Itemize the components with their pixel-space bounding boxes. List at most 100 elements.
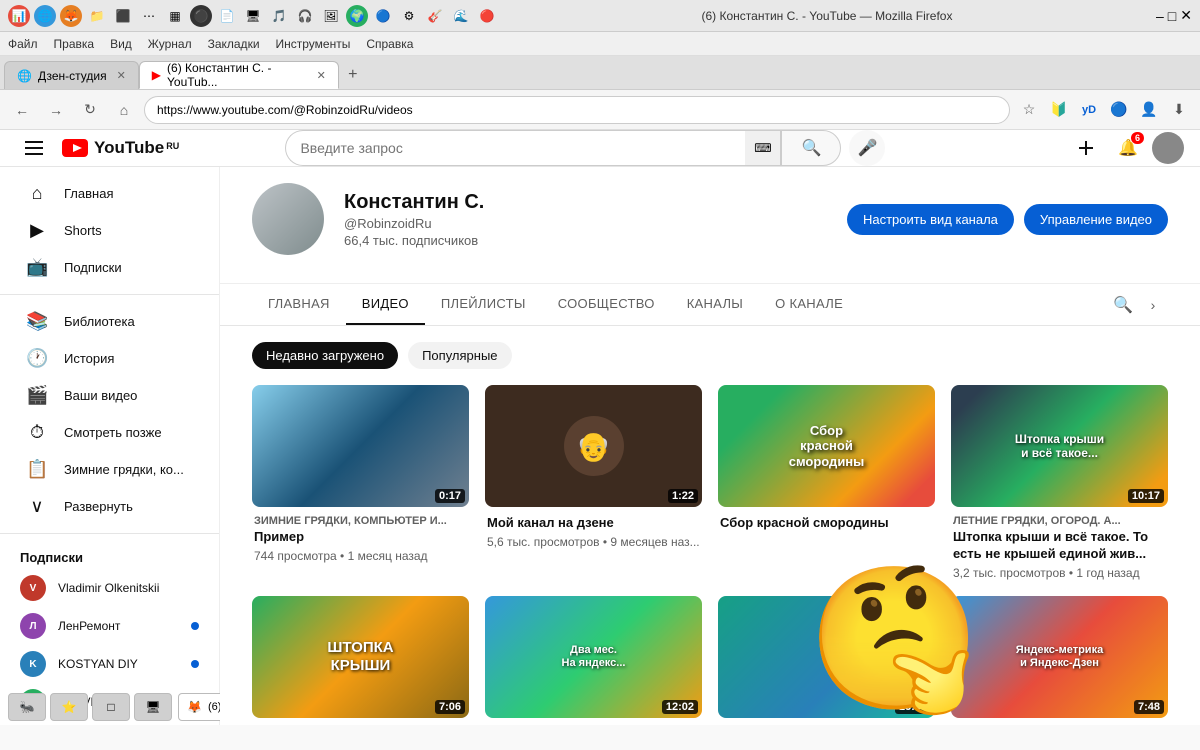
video-card-0[interactable]: 0:17 ЗИМНИЕ ГРЯДКИ, КОМПЬЮТЕР И... Приме… (252, 385, 469, 580)
channel-nav-tab-playlists[interactable]: ПЛЕЙЛИСТЫ (425, 284, 542, 325)
os-icon-chart[interactable]: 📊 (8, 5, 30, 27)
os-icon-app2[interactable]: 🖥 (242, 5, 264, 27)
os-icon-app1[interactable]: 📄 (216, 5, 238, 27)
channel-nav-tab-community[interactable]: СООБЩЕСТВО (542, 284, 671, 325)
os-icon-blue[interactable]: 🌐 (34, 5, 56, 27)
sidebar-item-your-videos[interactable]: 🎬 Ваши видео (6, 377, 213, 414)
extension-icon-3[interactable]: 🔵 (1106, 97, 1132, 123)
os-icon-menu[interactable]: ⋯ (138, 5, 160, 27)
os-icon-app4[interactable]: 🎧 (294, 5, 316, 27)
os-icon-folder[interactable]: 📁 (86, 5, 108, 27)
channel-nav-arrow-icon[interactable]: › (1138, 290, 1168, 320)
extension-icon-5[interactable]: ⬇ (1166, 97, 1192, 123)
sub-name-vladimir: Vladimir Olkenitskii (58, 581, 159, 595)
menu-journal[interactable]: Журнал (148, 37, 192, 51)
sidebar-item-watch-later[interactable]: ⏱ Смотреть позже (6, 414, 213, 451)
video-thumb-1: 👴 1:22 (485, 385, 702, 507)
menu-view[interactable]: Вид (110, 37, 132, 51)
video-thumb-3: Штопка крышии всё такое... 10:17 (951, 385, 1168, 507)
os-icon-app3[interactable]: 🎵 (268, 5, 290, 27)
customize-channel-button[interactable]: Настроить вид канала (847, 204, 1014, 235)
tab-dzen-close[interactable]: ✕ (117, 69, 126, 82)
nav-home-button[interactable]: ⌂ (110, 96, 138, 124)
nav-back-button[interactable]: ← (8, 96, 36, 124)
maximize-btn[interactable]: □ (1168, 8, 1176, 24)
os-icon-app9[interactable]: 🌊 (450, 5, 472, 27)
channel-nav-tab-home[interactable]: ГЛАВНАЯ (252, 284, 346, 325)
yt-keyboard-icon[interactable]: ⌨ (745, 130, 781, 166)
channel-nav-tab-videos[interactable]: ВИДЕО (346, 284, 425, 325)
yt-logo[interactable]: YouTube RU (62, 138, 179, 158)
channel-nav-search-icon[interactable]: 🔍 (1108, 290, 1138, 320)
nav-forward-button[interactable]: → (42, 96, 70, 124)
nav-refresh-button[interactable]: ↻ (76, 96, 104, 124)
video-card-7[interactable]: Яндекс-метрикаи Яндекс-Дзен 7:48 Яндекс-… (951, 596, 1168, 725)
video-thumb-0: 0:17 (252, 385, 469, 507)
sidebar-item-home[interactable]: ⌂ Главная (6, 175, 213, 212)
video-card-1[interactable]: 👴 1:22 Мой канал на дзене 5,6 тыс. просм… (485, 385, 702, 580)
menu-file[interactable]: Файл (8, 37, 38, 51)
video-card-4[interactable]: ШТОПКАКРЫШИ 7:06 Штопка крыши (252, 596, 469, 725)
yt-logo-ru: RU (166, 141, 179, 151)
os-icon-app5[interactable]: 🖼 (320, 5, 342, 27)
filter-recent-button[interactable]: Недавно загружено (252, 342, 398, 369)
taskbar-icon-1[interactable]: 🐜 (8, 693, 46, 721)
address-input[interactable] (144, 96, 1010, 124)
video-card-2[interactable]: Сборкраснойсмородины Сбор красной смород… (718, 385, 935, 580)
os-icon-app8[interactable]: 🎸 (424, 5, 446, 27)
taskbar-icon-2[interactable]: ⭐ (50, 693, 88, 721)
sub-avatar-kostyan: K (20, 651, 46, 677)
taskbar-icon-3[interactable]: □ (92, 693, 130, 721)
channel-nav-tab-channels[interactable]: КАНАЛЫ (671, 284, 759, 325)
sidebar-item-shorts[interactable]: ▶ Shorts (6, 212, 213, 249)
channel-nav-tab-about[interactable]: О КАНАЛЕ (759, 284, 859, 325)
tab-new-button[interactable]: + (339, 61, 367, 89)
os-icon-dark[interactable]: ⚫ (190, 5, 212, 27)
os-icon-app6[interactable]: 🔵 (372, 5, 394, 27)
sidebar-item-library[interactable]: 📚 Библиотека (6, 303, 213, 340)
sidebar-sub-kostyan[interactable]: K KOSTYAN DIY (0, 645, 219, 683)
extension-icon-1[interactable]: 🔰 (1046, 97, 1072, 123)
browser-tabs: 🌐 Дзен-студия ✕ ▶ (6) Константин С. - Yo… (0, 56, 1200, 90)
yt-menu-icon[interactable] (16, 130, 52, 166)
yt-user-avatar[interactable] (1152, 132, 1184, 164)
os-icon-app7[interactable]: ⚙ (398, 5, 420, 27)
yt-create-button[interactable] (1068, 130, 1104, 166)
menu-bookmarks[interactable]: Закладки (208, 37, 260, 51)
sidebar-item-playlist[interactable]: 📋 Зимние грядки, ко... (6, 451, 213, 488)
sidebar-sub-lenremont[interactable]: Л ЛенРемонт (0, 607, 219, 645)
manage-video-button[interactable]: Управление видео (1024, 204, 1168, 235)
tab-youtube[interactable]: ▶ (6) Константин С. - YouTub... ✕ (139, 61, 339, 89)
menu-help[interactable]: Справка (366, 37, 413, 51)
filter-popular-button[interactable]: Популярные (408, 342, 511, 369)
close-btn[interactable]: ✕ (1180, 7, 1192, 24)
sidebar-item-history[interactable]: 🕐 История (6, 340, 213, 377)
tab-dzen[interactable]: 🌐 Дзен-студия ✕ (4, 61, 139, 89)
tab-youtube-close[interactable]: ✕ (317, 69, 326, 82)
extension-icon-2[interactable]: yD (1076, 97, 1102, 123)
os-icon-grid[interactable]: ▦ (164, 5, 186, 27)
menu-edit[interactable]: Правка (54, 37, 95, 51)
os-icon-green[interactable]: 🌍 (346, 5, 368, 27)
yt-search-button[interactable]: 🔍 (781, 130, 841, 166)
sidebar-item-subscriptions[interactable]: 📺 Подписки (6, 249, 213, 286)
yt-notifications-button[interactable]: 🔔 6 (1110, 130, 1146, 166)
minimize-btn[interactable]: – (1156, 8, 1164, 24)
yt-search-input[interactable] (285, 130, 745, 166)
video-meta-0: 744 просмотра • 1 месяц назад (254, 549, 467, 563)
yt-mic-button[interactable]: 🎤 (849, 130, 885, 166)
library-icon: 📚 (26, 311, 48, 332)
os-icon-firefox[interactable]: 🦊 (60, 5, 82, 27)
extension-icon-4[interactable]: 👤 (1136, 97, 1162, 123)
os-window-controls[interactable]: – □ ✕ (1156, 7, 1192, 24)
menu-tools[interactable]: Инструменты (276, 37, 351, 51)
os-icon-app10[interactable]: 🔴 (476, 5, 498, 27)
video-card-6[interactable]: 13:40 (718, 596, 935, 725)
sidebar-sub-vladimir[interactable]: V Vladimir Olkenitskii (0, 569, 219, 607)
video-card-3[interactable]: Штопка крышии всё такое... 10:17 ЛЕТНИЕ … (951, 385, 1168, 580)
bookmark-icon[interactable]: ☆ (1016, 97, 1042, 123)
os-icon-terminal[interactable]: ⬛ (112, 5, 134, 27)
video-card-5[interactable]: Два мес.На яндекс... 12:02 Два месяца на… (485, 596, 702, 725)
taskbar-icon-4[interactable]: 🖥 (134, 693, 172, 721)
sidebar-item-expand[interactable]: ∨ Развернуть (6, 488, 213, 525)
